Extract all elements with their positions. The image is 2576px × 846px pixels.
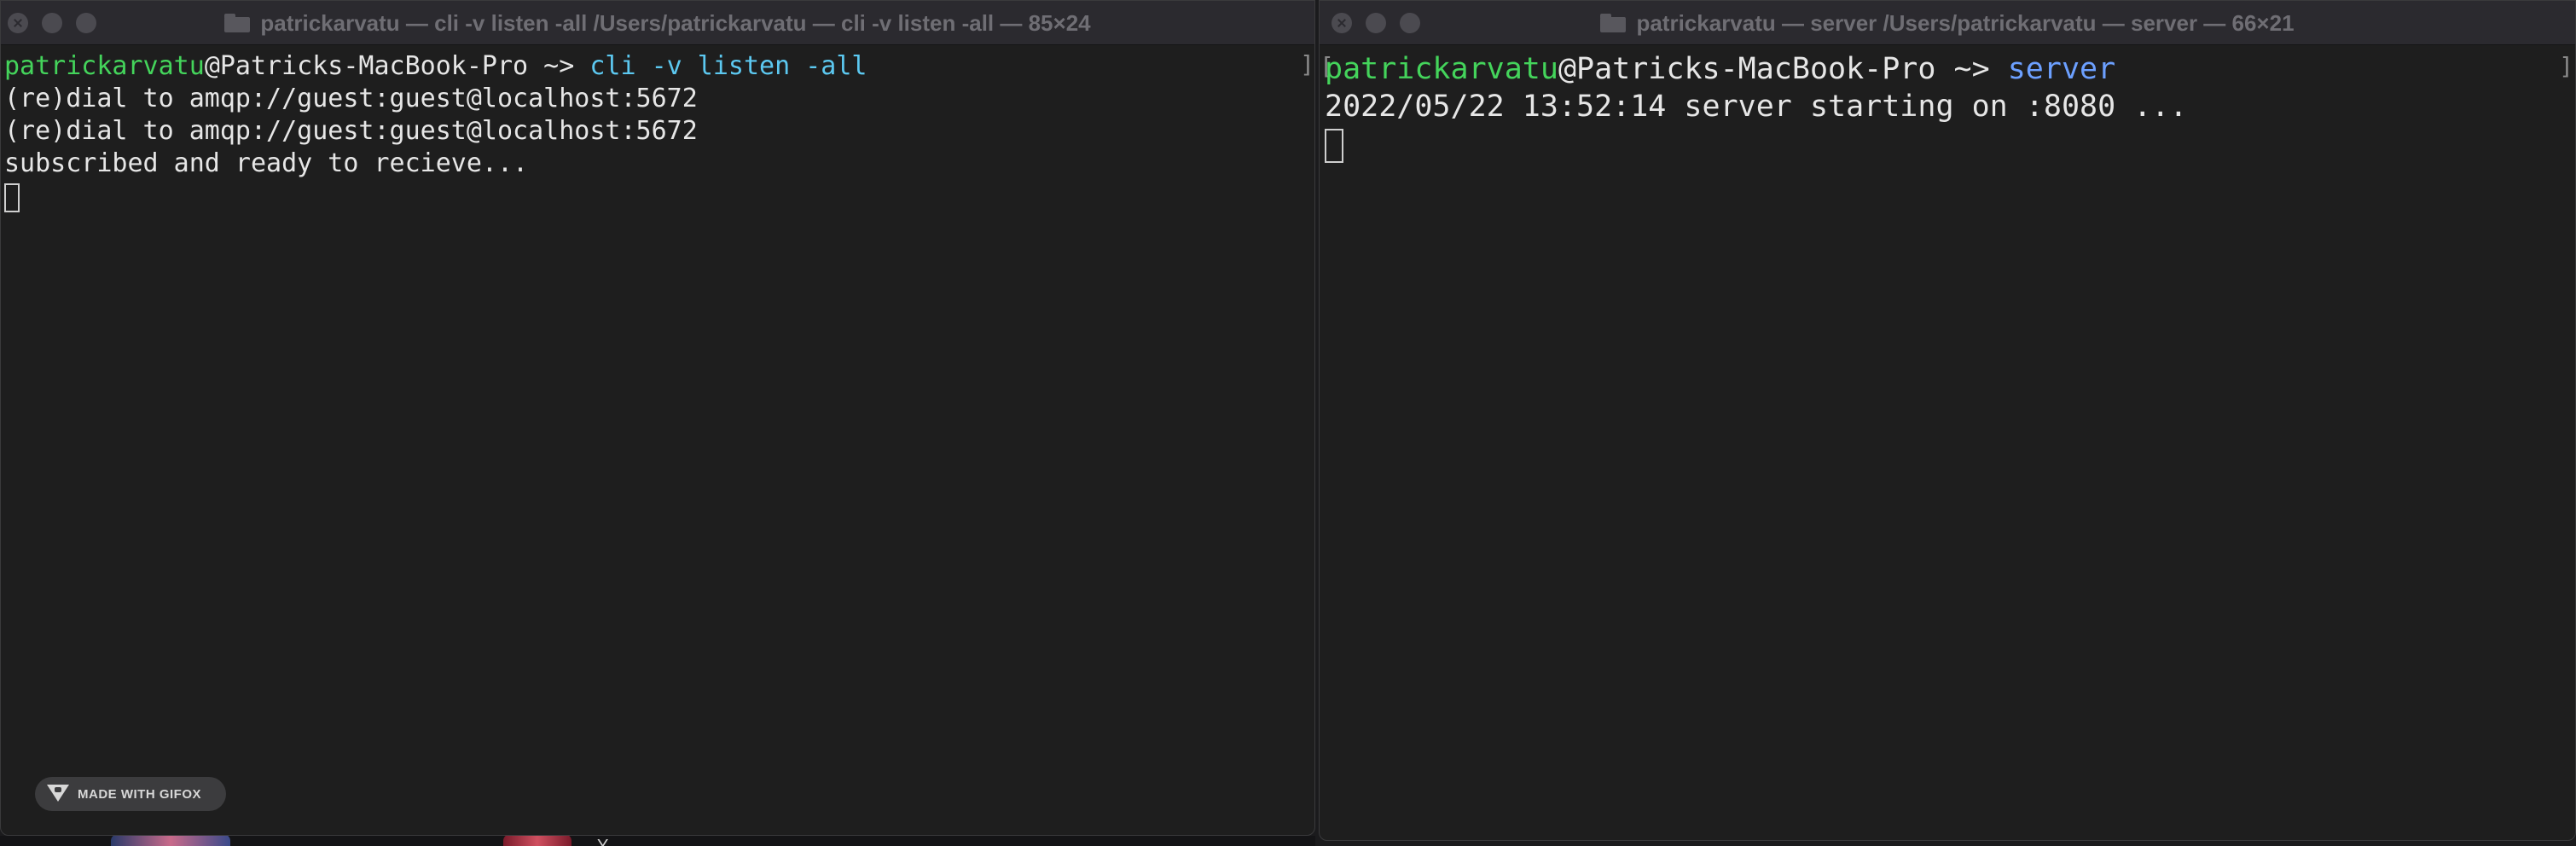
command-text: cli -v listen -all bbox=[589, 51, 867, 81]
desktop: Y patrickarvatu — cli -v listen -all /Us… bbox=[0, 0, 2576, 846]
text-cursor bbox=[4, 183, 20, 212]
terminal-content[interactable]: patrickarvatu@Patricks-MacBook-Pro ~> cl… bbox=[1, 50, 1314, 835]
folder-icon bbox=[224, 14, 251, 32]
folder-icon bbox=[1600, 14, 1627, 32]
terminal-window-cli[interactable]: patrickarvatu — cli -v listen -all /User… bbox=[0, 0, 1315, 836]
window-titlebar[interactable]: patrickarvatu — server /Users/patrickarv… bbox=[1320, 1, 2575, 45]
cursor-line bbox=[1325, 125, 2575, 163]
command-text: server bbox=[2007, 52, 2116, 86]
cursor-line bbox=[4, 180, 1314, 212]
output-line: subscribed and ready to recieve... bbox=[4, 148, 529, 178]
prompt-host: @Patricks-MacBook-Pro ~> bbox=[204, 51, 590, 81]
window-title: patrickarvatu — server /Users/patrickarv… bbox=[1320, 1, 2575, 45]
terminal-content[interactable]: patrickarvatu@Patricks-MacBook-Pro ~> se… bbox=[1320, 50, 2575, 840]
terminal-window-server[interactable]: patrickarvatu — server /Users/patrickarv… bbox=[1319, 0, 2576, 841]
prompt-line: patrickarvatu@Patricks-MacBook-Pro ~> cl… bbox=[4, 50, 1314, 83]
prompt-user: patrickarvatu bbox=[4, 51, 205, 81]
background-text: Y bbox=[597, 837, 609, 846]
window-title-text: patrickarvatu — cli -v listen -all /User… bbox=[260, 9, 1091, 36]
text-cursor bbox=[1325, 129, 1343, 163]
prompt-host: @Patricks-MacBook-Pro ~> bbox=[1558, 52, 2008, 86]
background-artwork bbox=[503, 834, 571, 846]
output-line: 2022/05/22 13:52:14 server starting on :… bbox=[1325, 90, 2188, 124]
background-artwork bbox=[111, 834, 230, 846]
output-line: (re)dial to amqp://guest:guest@localhost… bbox=[4, 84, 698, 113]
fox-icon bbox=[47, 785, 69, 803]
output-line: (re)dial to amqp://guest:guest@localhost… bbox=[4, 116, 698, 146]
window-title-text: patrickarvatu — server /Users/patrickarv… bbox=[1636, 9, 2295, 36]
window-titlebar[interactable]: patrickarvatu — cli -v listen -all /User… bbox=[1, 1, 1314, 45]
gifox-label: MADE WITH GIFOX bbox=[78, 786, 201, 802]
prompt-line: patrickarvatu@Patricks-MacBook-Pro ~> se… bbox=[1325, 50, 2575, 88]
gifox-badge: MADE WITH GIFOX bbox=[35, 777, 226, 811]
window-title: patrickarvatu — cli -v listen -all /User… bbox=[1, 1, 1314, 45]
prompt-user: patrickarvatu bbox=[1325, 52, 1558, 86]
